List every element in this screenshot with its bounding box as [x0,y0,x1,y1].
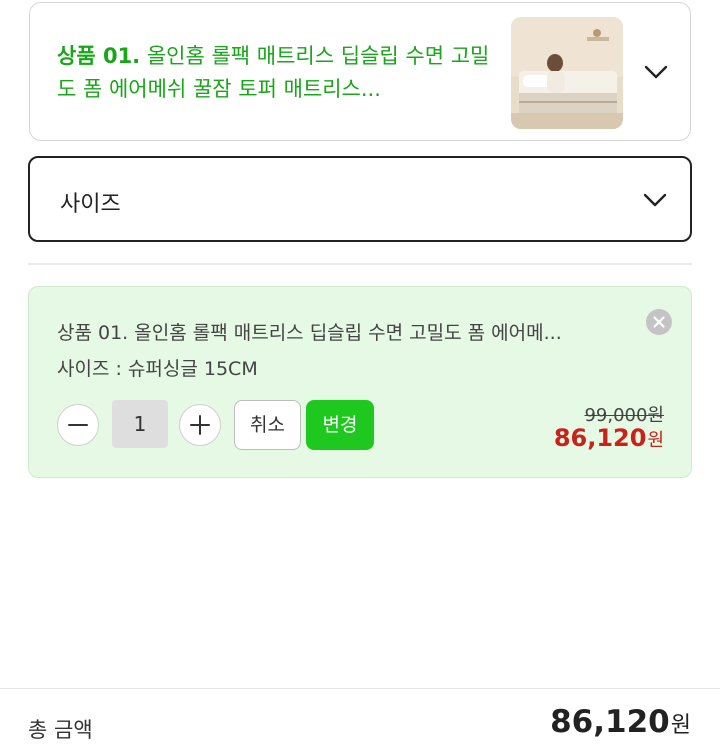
sale-price-amount: 86,120 [553,424,647,452]
total-label: 총 금액 [28,718,93,742]
sale-price-unit: 원 [647,430,664,451]
total-price: 86,120원 [550,704,691,740]
chevron-down-icon [642,187,668,213]
size-select[interactable]: 사이즈 [28,156,692,242]
product-title: 상품 01. 올인홈 롤팩 매트리스 딥슬립 수면 고밀도 폼 에어메쉬 꿀잠 … [57,40,497,106]
increase-button[interactable] [179,404,221,446]
total-amount: 86,120 [550,704,670,740]
decrease-button[interactable] [57,404,99,446]
divider [28,263,692,265]
selected-item-option: 사이즈 : 슈퍼싱글 15CM [57,358,258,380]
product-thumbnail [511,17,623,129]
quantity-value[interactable]: 1 [112,400,168,448]
plus-icon [190,415,210,435]
sale-price: 86,120원 [554,424,664,452]
product-card[interactable]: 상품 01. 올인홈 롤팩 매트리스 딥슬립 수면 고밀도 폼 에어메쉬 꿀잠 … [29,2,691,141]
size-select-label: 사이즈 [60,192,121,217]
footer-divider [0,688,720,689]
total-unit: 원 [670,713,691,738]
cancel-button[interactable]: 취소 [234,400,301,450]
minus-icon [68,424,88,426]
change-button[interactable]: 변경 [306,400,374,450]
close-icon [653,316,665,328]
selected-item: 상품 01. 올인홈 롤팩 매트리스 딥슬립 수면 고밀도 폼 에어메... 사… [28,286,692,478]
remove-button[interactable] [646,309,672,335]
selected-item-title: 상품 01. 올인홈 롤팩 매트리스 딥슬립 수면 고밀도 폼 에어메... [57,322,562,344]
product-number-label: 상품 01. [57,44,141,68]
chevron-down-icon[interactable] [643,59,669,85]
